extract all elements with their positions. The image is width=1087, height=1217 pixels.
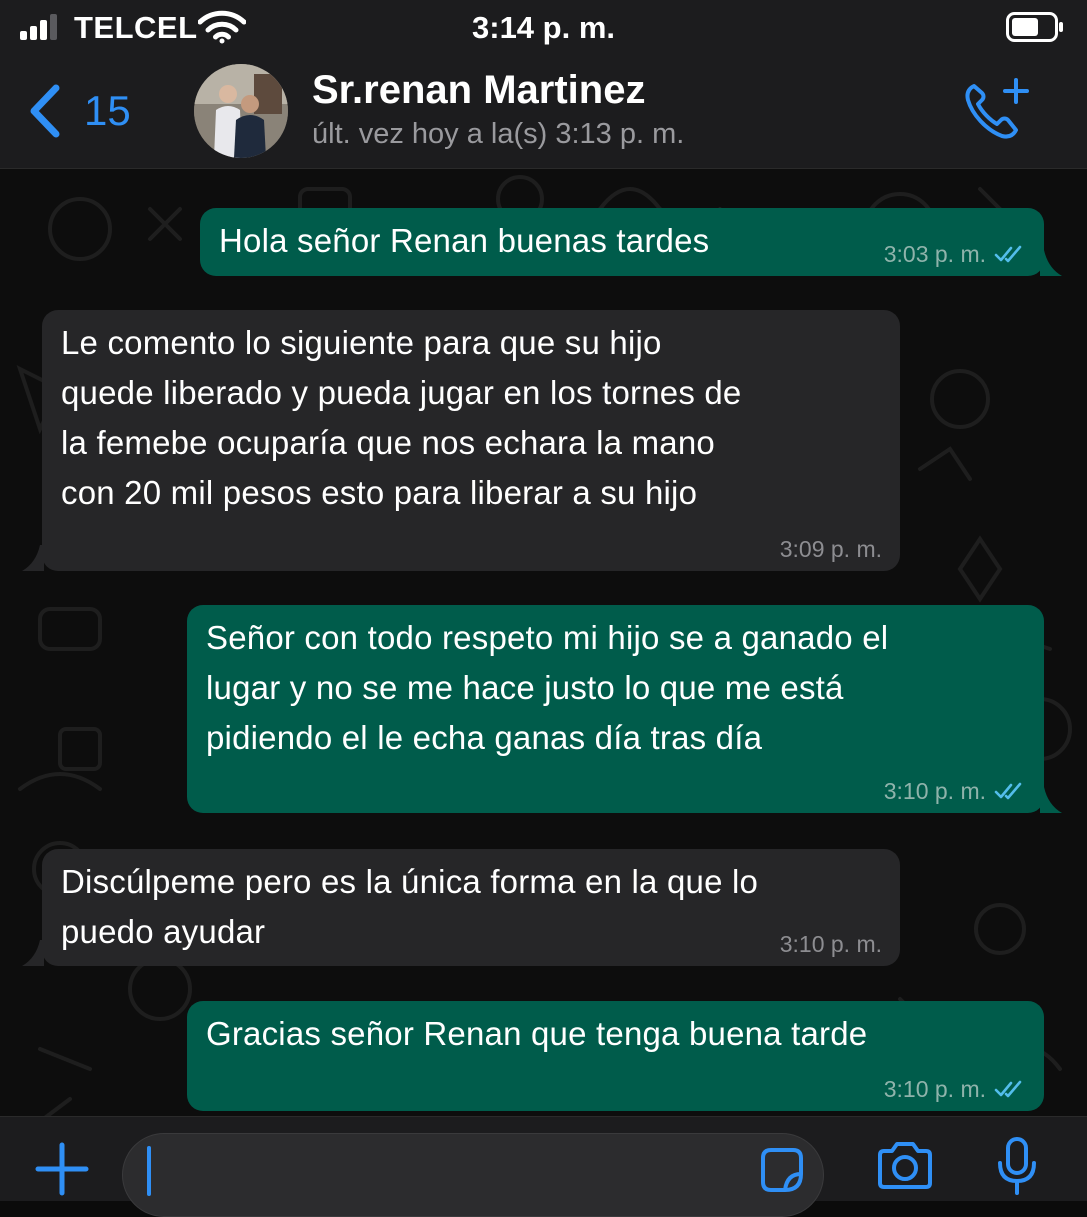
message-meta: 3:09 p. m. [780,535,882,563]
read-receipt-icon [994,782,1022,800]
status-bar: TELCEL 3:14 p. m. [0,0,1087,56]
avatar[interactable] [194,64,288,158]
message-list[interactable]: Hola señor Renan buenas tardes 3:03 p. m… [0,169,1087,1116]
read-receipt-icon [994,1080,1022,1098]
message-meta: 3:10 p. m. [780,930,882,958]
chat-header: 15 Sr.renan Martinez últ. vez hoy a la(s… [0,56,1087,169]
bubble-tail [1040,250,1062,276]
bubble-tail [22,940,44,966]
camera-icon[interactable] [874,1139,936,1193]
unread-count: 15 [84,87,131,134]
message-incoming[interactable]: Discúlpeme pero es la única forma en la … [42,849,900,966]
bubble-tail [1040,787,1062,813]
message-outgoing[interactable]: Hola señor Renan buenas tardes 3:03 p. m… [200,208,1044,276]
message-meta: 3:03 p. m. [884,240,1026,268]
sticker-icon[interactable] [755,1144,809,1198]
composer-bar [0,1116,1087,1217]
message-text: Gracias señor Renan que tenga buena tard… [206,1015,868,1052]
message-outgoing[interactable]: Señor con todo respeto mi hijo se a gana… [187,605,1044,813]
message-text: Discúlpeme pero es la única forma en la … [61,863,759,950]
text-caret [147,1146,151,1196]
add-call-icon[interactable] [960,76,1032,142]
message-meta: 3:10 p. m. [884,777,1026,805]
contact-name[interactable]: Sr.renan Martinez [312,68,645,113]
status-time: 3:14 p. m. [472,10,615,45]
message-time: 3:10 p. m. [883,1076,986,1102]
microphone-icon[interactable] [994,1135,1040,1199]
message-time: 3:10 p. m. [779,931,882,957]
message-time: 3:03 p. m. [883,241,986,267]
bubble-tail [22,545,44,571]
message-outgoing[interactable]: Gracias señor Renan que tenga buena tard… [187,1001,1044,1111]
battery-icon [1006,12,1063,42]
message-meta: 3:10 p. m. [884,1075,1026,1103]
message-text: Señor con todo respeto mi hijo se a gana… [206,619,889,756]
chevron-left-icon [30,84,60,138]
message-input[interactable] [122,1133,824,1217]
plus-icon[interactable] [34,1141,90,1197]
message-text: Le comento lo siguiente para que su hijo… [61,324,742,511]
message-text: Hola señor Renan buenas tardes [219,222,710,259]
read-receipt-icon [994,245,1022,263]
message-incoming[interactable]: Le comento lo siguiente para que su hijo… [42,310,900,571]
back-button[interactable]: 15 [26,78,131,144]
last-seen-status: últ. vez hoy a la(s) 3:13 p. m. [312,118,685,150]
message-time: 3:09 p. m. [779,536,882,562]
message-time: 3:10 p. m. [883,778,986,804]
